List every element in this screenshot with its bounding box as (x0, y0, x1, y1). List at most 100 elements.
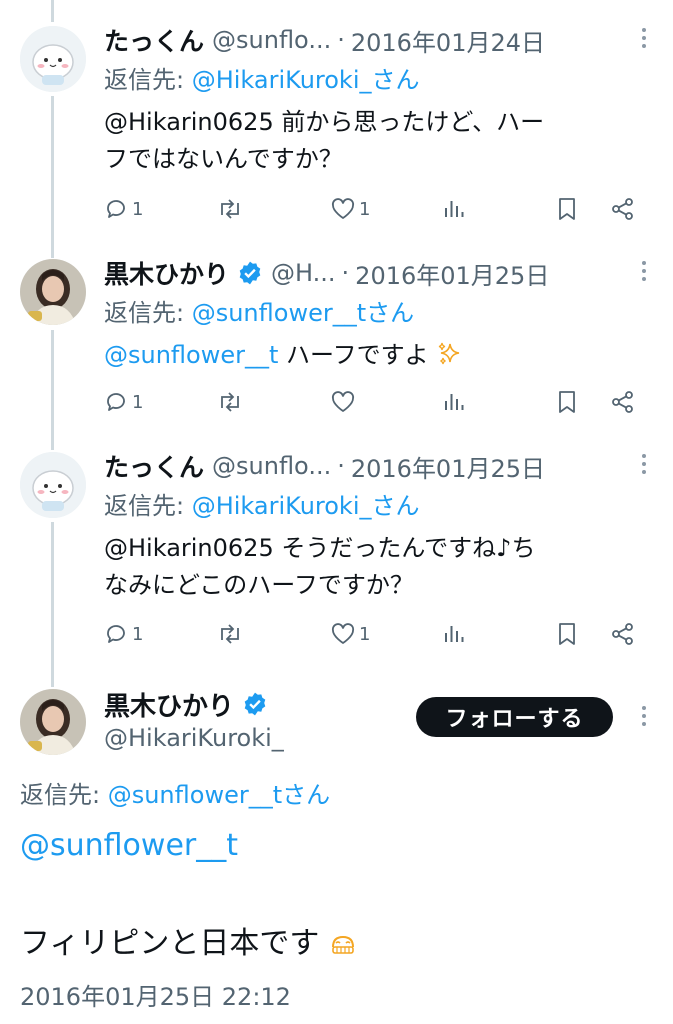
reply-button[interactable]: 1 (104, 197, 143, 221)
verified-badge-icon (239, 261, 261, 285)
reply-to-link[interactable]: @sunflower__tさん (192, 299, 414, 327)
reply-icon (107, 393, 125, 411)
tweet-date[interactable]: 2016年01月24日 (351, 23, 545, 58)
heart-icon (331, 391, 355, 412)
tweet-text: @Hikarin0625 前から思ったけど、ハー フではないんですか？ (104, 104, 647, 178)
like-button[interactable]: 1 (330, 197, 370, 221)
separator-dot: · (337, 452, 345, 480)
reply-to-line: 返信先: @HikariKuroki_さん (104, 60, 420, 95)
separator-dot: · (337, 26, 345, 54)
author-handle[interactable]: @sunflo... (212, 452, 331, 480)
author-handle[interactable]: @sunflo... (212, 26, 331, 54)
main-mention-link[interactable]: @sunflower__t (20, 828, 238, 863)
tears-of-joy-icon (331, 935, 354, 954)
analytics-icon (445, 394, 464, 410)
reply-to-link[interactable]: @HikariKuroki_さん (192, 66, 420, 94)
separator-dot: · (341, 259, 350, 287)
action-bar: 1 1 (104, 622, 643, 652)
analytics-icon (445, 201, 464, 217)
avatar[interactable] (20, 26, 86, 92)
retweet-button[interactable] (216, 390, 244, 414)
more-options-icon[interactable] (641, 454, 647, 480)
tweet-text: @sunflower__t ハーフですよ (104, 337, 647, 374)
share-button[interactable] (610, 622, 636, 646)
tweet-reply-2[interactable]: 黒木ひかり @H... · 2016年01月25日 返信先: @sunflowe… (0, 253, 673, 433)
main-tweet-text: フィリピンと日本です (20, 918, 357, 962)
reply-to-label: 返信先: (104, 66, 192, 94)
retweet-icon (221, 392, 239, 412)
reply-to-line: 返信先: @HikariKuroki_さん (104, 486, 420, 521)
retweet-button[interactable] (216, 622, 244, 646)
analytics-icon (445, 626, 464, 642)
like-button[interactable]: 1 (330, 622, 370, 646)
more-options-icon[interactable] (641, 261, 647, 287)
bookmark-icon (559, 391, 575, 413)
follow-button[interactable]: フォローする (416, 697, 613, 737)
views-button[interactable] (442, 622, 466, 646)
tweet-text-line: なみにどこのハーフですか？ (104, 571, 414, 599)
tweet-text: @Hikarin0625 そうだったんですね♪ち なみにどこのハーフですか？ (104, 530, 647, 604)
tweet-text-line: フではないんですか？ (104, 145, 343, 173)
avatar[interactable] (20, 259, 86, 325)
avatar[interactable] (20, 452, 86, 518)
bookmark-icon (559, 623, 575, 645)
share-icon (612, 198, 633, 220)
main-tweet-body: フィリピンと日本です (20, 926, 320, 961)
thread-line (51, 0, 54, 22)
bookmark-icon (559, 198, 575, 220)
reply-to-link[interactable]: @sunflower__tさん (108, 781, 330, 809)
reply-count: 1 (132, 198, 144, 220)
tweet-reply-1[interactable]: たっくん @sunflo... · 2016年01月24日 返信先: @Hika… (0, 20, 673, 245)
main-avatar[interactable] (20, 689, 86, 755)
views-button[interactable] (442, 390, 466, 414)
reply-icon (107, 200, 125, 218)
reply-button[interactable]: 1 (104, 390, 143, 414)
share-icon (612, 391, 633, 413)
action-bar: 1 1 (104, 197, 643, 227)
tweet-text-line: @Hikarin0625 前から思ったけど、ハー (104, 108, 545, 136)
author-name[interactable]: たっくん (104, 448, 204, 484)
reply-to-label: 返信先: (104, 492, 192, 520)
reply-to-link[interactable]: @HikariKuroki_さん (192, 492, 420, 520)
views-button[interactable] (442, 197, 466, 221)
like-button[interactable] (330, 390, 359, 414)
retweet-button[interactable] (216, 197, 244, 221)
author-name[interactable]: たっくん (104, 22, 204, 58)
reply-count: 1 (132, 391, 144, 413)
main-author-name[interactable]: 黒木ひかり (104, 686, 234, 723)
tweet-text-line: @Hikarin0625 そうだったんですね♪ち (104, 534, 536, 562)
reply-to-label: 返信先: (20, 781, 108, 809)
reply-to-line: 返信先: @sunflower__tさん (104, 293, 414, 328)
reply-icon (107, 625, 125, 643)
verified-badge-icon (244, 692, 266, 716)
main-author-handle[interactable]: @HikariKuroki_ (104, 724, 284, 752)
retweet-icon (221, 199, 239, 219)
bookmark-button[interactable] (556, 622, 578, 646)
heart-icon (331, 623, 355, 644)
share-button[interactable] (610, 390, 636, 414)
tweet-date[interactable]: 2016年01月25日 (355, 256, 549, 291)
tweet-text-body: ハーフですよ (278, 341, 429, 369)
mention-link[interactable]: @sunflower__t (104, 341, 278, 369)
heart-icon (331, 198, 355, 219)
author-handle[interactable]: @H... (271, 259, 336, 287)
reply-count: 1 (132, 623, 144, 645)
tweet-reply-3[interactable]: たっくん @sunflo... · 2016年01月25日 返信先: @Hika… (0, 446, 673, 671)
action-bar: 1 (104, 390, 643, 420)
author-name[interactable]: 黒木ひかり (104, 255, 229, 291)
more-options-icon[interactable] (641, 28, 647, 54)
bookmark-button[interactable] (556, 197, 578, 221)
main-author-row: 黒木ひかり (104, 686, 268, 722)
more-options-icon[interactable] (641, 706, 647, 732)
reply-to-label: 返信先: (104, 299, 192, 327)
like-count: 1 (359, 623, 371, 645)
bookmark-button[interactable] (556, 390, 578, 414)
main-tweet-timestamp[interactable]: 2016年01月25日 22:12 (20, 977, 291, 1012)
tweet-date[interactable]: 2016年01月25日 (351, 449, 545, 484)
reply-button[interactable]: 1 (104, 622, 143, 646)
like-count: 1 (359, 198, 371, 220)
share-button[interactable] (610, 197, 636, 221)
sparkles-icon (439, 342, 460, 365)
retweet-icon (221, 624, 239, 644)
share-icon (612, 623, 633, 645)
